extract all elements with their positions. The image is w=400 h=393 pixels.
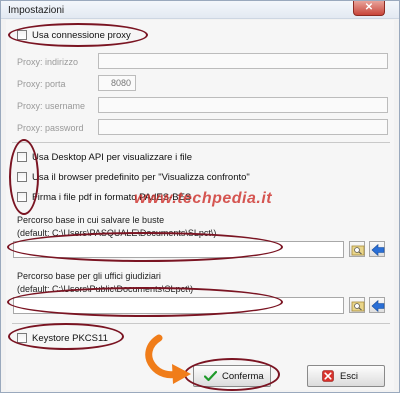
watermark-text: www.techpedia.it <box>134 190 273 207</box>
settings-window: Impostazioni ✕ Usa connessione proxy Pro… <box>0 0 400 393</box>
base-path-browse-button[interactable] <box>349 241 365 257</box>
close-button[interactable]: ✕ <box>353 1 385 16</box>
exit-button[interactable]: Esci <box>307 365 385 387</box>
proxy-username-field[interactable] <box>98 97 388 113</box>
offices-path-reset-button[interactable] <box>369 297 385 313</box>
folder-search-icon <box>351 301 365 312</box>
sign-pdf-checkbox[interactable] <box>17 192 27 202</box>
keystore-checkbox[interactable] <box>17 333 27 343</box>
folder-search-icon <box>351 245 365 256</box>
base-path-default: (default: C:\Users\PASQUALE\Documents\SL… <box>17 228 217 238</box>
proxy-address-field[interactable] <box>98 53 388 69</box>
orange-arrow-icon <box>145 334 191 384</box>
proxy-password-label: Proxy: password <box>17 123 84 133</box>
use-proxy-checkbox[interactable] <box>17 30 27 40</box>
red-x-icon <box>322 370 334 382</box>
proxy-password-field[interactable] <box>98 119 388 135</box>
desktop-api-checkbox[interactable] <box>17 152 27 162</box>
offices-path-input[interactable] <box>13 297 344 314</box>
window-title: Impostazioni <box>8 5 65 16</box>
proxy-port-field[interactable]: 8080 <box>98 75 136 91</box>
confirm-label: Conferma <box>222 371 264 382</box>
title-bar: Impostazioni ✕ <box>1 1 399 19</box>
separator <box>12 142 390 143</box>
offices-path-browse-button[interactable] <box>349 297 365 313</box>
default-browser-label: Usa il browser predefinito per "Visualiz… <box>32 172 250 183</box>
green-check-icon <box>204 370 217 382</box>
separator <box>12 323 390 324</box>
offices-path-label: Percorso base per gli uffici giudiziari <box>17 271 161 281</box>
keystore-label: Keystore PKCS11 <box>32 333 108 344</box>
proxy-username-label: Proxy: username <box>17 101 86 111</box>
settings-panel: Usa connessione proxy Proxy: indirizzo P… <box>6 20 394 390</box>
blue-left-arrow-icon <box>371 243 385 257</box>
desktop-api-label: Usa Desktop API per visualizzare i file <box>32 152 192 163</box>
confirm-button[interactable]: Conferma <box>193 365 271 387</box>
default-browser-checkbox[interactable] <box>17 172 27 182</box>
offices-path-default: (default: C:\Users\Public\Documents\SLpc… <box>17 284 194 294</box>
base-path-input[interactable] <box>13 241 344 258</box>
base-path-label: Percorso base in cui salvare le buste <box>17 215 165 225</box>
proxy-port-label: Proxy: porta <box>17 79 66 89</box>
proxy-address-label: Proxy: indirizzo <box>17 57 79 67</box>
base-path-reset-button[interactable] <box>369 241 385 257</box>
exit-label: Esci <box>340 371 358 382</box>
use-proxy-label: Usa connessione proxy <box>32 30 131 41</box>
blue-left-arrow-icon <box>371 299 385 313</box>
